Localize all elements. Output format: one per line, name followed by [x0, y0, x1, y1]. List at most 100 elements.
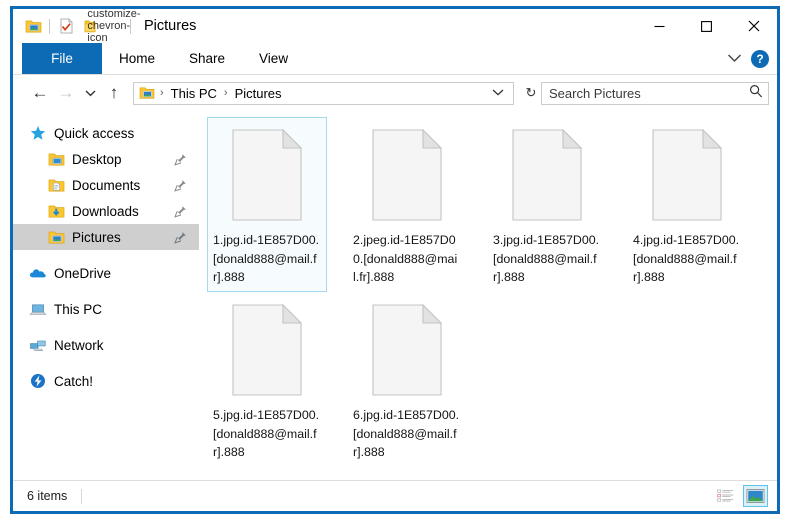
recent-locations-chevron-icon[interactable] [79, 80, 101, 106]
pin-icon[interactable] [173, 204, 187, 218]
cloud-icon [28, 263, 48, 283]
blank-document-icon [228, 123, 306, 227]
file-name: 2.jpeg.id-1E857D00.[donald888@mail.fr].8… [353, 233, 458, 284]
computer-icon [28, 299, 48, 319]
sidebar-label-pictures: Pictures [72, 229, 121, 245]
sidebar-item-desktop[interactable]: Desktop [13, 146, 199, 172]
file-item[interactable]: 3.jpg.id-1E857D00.[donald888@mail.fr].88… [487, 117, 607, 292]
file-item[interactable]: 2.jpeg.id-1E857D00.[donald888@mail.fr].8… [347, 117, 467, 292]
breadcrumb-separator: › [160, 87, 164, 99]
status-bar: 6 items [13, 480, 777, 511]
file-item[interactable]: 1.jpg.id-1E857D00.[donald888@mail.fr].88… [207, 117, 327, 292]
sidebar-item-quick-access[interactable]: Quick access [13, 120, 199, 146]
pin-icon[interactable] [173, 152, 187, 166]
forward-button: → [57, 83, 75, 102]
downloads-folder-icon [46, 201, 66, 221]
sidebar-label-this-pc: This PC [54, 301, 103, 317]
sidebar-item-pictures[interactable]: Pictures [13, 224, 199, 250]
tab-share[interactable]: Share [172, 43, 242, 74]
maximize-button[interactable] [683, 9, 730, 43]
network-icon [28, 335, 48, 355]
search-input[interactable] [549, 85, 749, 101]
sidebar-label-network: Network [54, 337, 104, 353]
file-name: 5.jpg.id-1E857D00.[donald888@mail.fr].88… [213, 408, 320, 459]
toolbar-divider [49, 18, 50, 34]
breadcrumb-this-pc[interactable]: This PC [169, 86, 219, 101]
pin-icon[interactable] [173, 178, 187, 192]
back-button[interactable]: ← [27, 80, 53, 106]
star-icon [28, 123, 48, 143]
sidebar-label-onedrive: OneDrive [54, 265, 112, 281]
sidebar-item-documents[interactable]: Documents [13, 172, 199, 198]
blank-document-icon [648, 123, 726, 227]
address-bar: ← → ↑ › This PC › Pictures ↻ [13, 75, 777, 111]
title-bar: customize-chevron-icon Pictures [13, 8, 777, 44]
sidebar-label-quick-access: Quick access [54, 125, 135, 141]
search-box[interactable] [541, 81, 769, 105]
documents-folder-icon [46, 175, 66, 195]
expand-ribbon-chevron-icon[interactable] [727, 50, 742, 68]
file-name: 1.jpg.id-1E857D00.[donald888@mail.fr].88… [213, 233, 320, 284]
address-dropdown-chevron-icon[interactable] [485, 87, 511, 99]
minimize-button[interactable] [636, 9, 683, 43]
ribbon-tab-bar: File Home Share View ? [13, 43, 777, 75]
large-icons-view-button[interactable] [743, 485, 768, 507]
help-icon[interactable]: ? [751, 49, 769, 68]
blank-document-icon [508, 123, 586, 227]
sidebar-item-catch[interactable]: Catch! [13, 368, 199, 394]
explorer-window: customize-chevron-icon Pictures File Hom… [10, 6, 780, 514]
file-list-view[interactable]: 1.jpg.id-1E857D00.[donald888@mail.fr].88… [199, 111, 777, 480]
file-name: 4.jpg.id-1E857D00.[donald888@mail.fr].88… [633, 233, 740, 284]
sidebar-item-downloads[interactable]: Downloads [13, 198, 199, 224]
tab-view[interactable]: View [242, 43, 305, 74]
refresh-button[interactable]: ↻ [521, 85, 541, 101]
breadcrumb-root-icon[interactable] [139, 86, 155, 100]
file-item[interactable]: 4.jpg.id-1E857D00.[donald888@mail.fr].88… [627, 117, 747, 292]
breadcrumb-pictures[interactable]: Pictures [233, 86, 284, 101]
file-name: 6.jpg.id-1E857D00.[donald888@mail.fr].88… [353, 408, 460, 459]
tab-file[interactable]: File [22, 43, 102, 74]
sidebar-label-documents: Documents [72, 177, 141, 193]
quick-access-toolbar: customize-chevron-icon [13, 8, 141, 44]
sidebar-item-network[interactable]: Network [13, 332, 199, 358]
pictures-folder-icon[interactable] [21, 15, 45, 37]
pictures-folder-icon [46, 227, 66, 247]
properties-check-icon[interactable] [54, 15, 78, 37]
search-icon[interactable] [749, 84, 763, 103]
file-item[interactable]: 6.jpg.id-1E857D00.[donald888@mail.fr].88… [347, 292, 467, 467]
blank-document-icon [228, 298, 306, 402]
window-title: Pictures [144, 18, 197, 34]
breadcrumb-bar[interactable]: › This PC › Pictures [133, 81, 514, 105]
sidebar-item-this-pc[interactable]: This PC [13, 296, 199, 322]
sidebar-item-onedrive[interactable]: OneDrive [13, 260, 199, 286]
catch-app-icon [28, 371, 48, 391]
file-name: 3.jpg.id-1E857D00.[donald888@mail.fr].88… [493, 233, 600, 284]
file-grid: 1.jpg.id-1E857D00.[donald888@mail.fr].88… [199, 111, 777, 467]
window-controls [636, 9, 777, 43]
details-view-button[interactable] [713, 485, 738, 507]
up-button[interactable]: ↑ [101, 80, 127, 106]
title-divider [130, 18, 131, 34]
close-button[interactable] [730, 9, 777, 43]
navigation-pane: Quick access Desktop Documents Downloads… [13, 111, 199, 480]
desktop-folder-icon [46, 149, 66, 169]
status-divider [81, 488, 83, 504]
sidebar-label-desktop: Desktop [72, 151, 122, 167]
pin-icon[interactable] [173, 230, 187, 244]
customize-chevron-icon[interactable]: customize-chevron-icon [87, 8, 140, 44]
sidebar-label-catch: Catch! [54, 373, 94, 389]
view-mode-buttons [713, 485, 768, 507]
sidebar-label-downloads: Downloads [72, 203, 139, 219]
item-count-label: 6 items [27, 489, 68, 503]
file-item[interactable]: 5.jpg.id-1E857D00.[donald888@mail.fr].88… [207, 292, 327, 467]
ribbon-right-controls: ? [727, 43, 769, 74]
blank-document-icon [368, 298, 446, 402]
blank-document-icon [368, 123, 446, 227]
breadcrumb-separator-2: › [223, 87, 228, 99]
explorer-body: PC risk.com Quick access [13, 111, 777, 480]
tab-home[interactable]: Home [102, 43, 172, 74]
